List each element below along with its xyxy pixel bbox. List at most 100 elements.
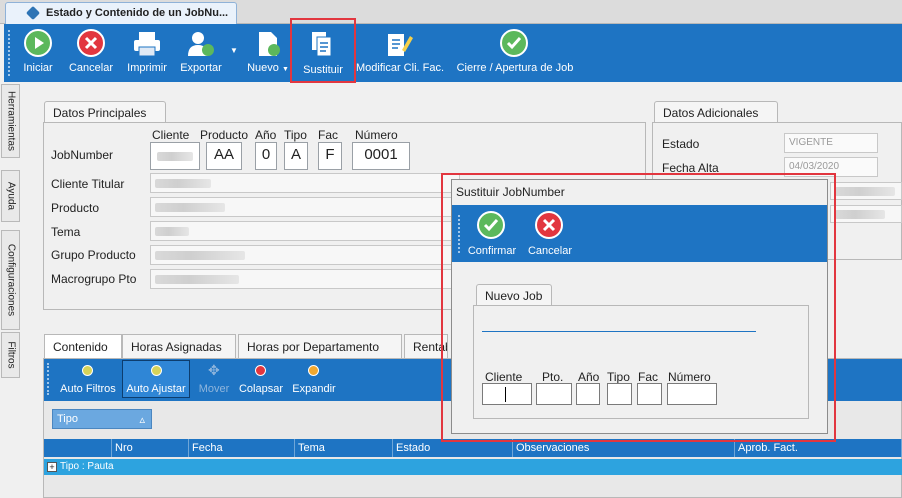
- group-by-chip[interactable]: Tipo ▵: [52, 409, 152, 429]
- dialog-pto-label: Pto.: [542, 370, 564, 384]
- group-row[interactable]: Tipo : Pauta: [44, 459, 902, 475]
- dialog-anio-input[interactable]: [576, 383, 600, 405]
- side-tab-herramientas[interactable]: Herramientas: [1, 84, 20, 158]
- imprimir-button[interactable]: Imprimir: [122, 24, 172, 82]
- tab-horas-departamento[interactable]: Horas por Departamento: [238, 334, 402, 358]
- side-tab-ayuda[interactable]: Ayuda: [1, 170, 20, 222]
- jobnumber-anio-field[interactable]: 0: [255, 142, 277, 170]
- side-panel-tabs: Herramientas Ayuda Configuraciones Filtr…: [0, 82, 20, 498]
- document-tab[interactable]: Estado y Contenido de un JobNu...: [5, 2, 237, 24]
- sustituir-button[interactable]: Sustituir: [290, 18, 356, 83]
- dialog-fac-input[interactable]: [637, 383, 662, 405]
- dialog-numero-label: Número: [668, 370, 711, 384]
- expand-icon: [308, 365, 319, 376]
- nuevo-button[interactable]: Nuevo ▼: [244, 24, 292, 82]
- dialog-cancelar-button[interactable]: Cancelar: [524, 209, 576, 259]
- toolbar-grip[interactable]: [8, 30, 12, 76]
- nuevo-job-divider: [482, 331, 756, 332]
- datos-adicionales-tab: Datos Adicionales: [654, 101, 778, 123]
- macrogrupo-field[interactable]: [150, 269, 460, 289]
- dialog-tipo-input[interactable]: [607, 383, 632, 405]
- mover-button[interactable]: ✥ Mover: [194, 362, 234, 397]
- cliente-header: Cliente: [152, 128, 190, 142]
- play-icon: [24, 29, 52, 57]
- dialog-title: Sustituir JobNumber: [456, 185, 565, 199]
- tab-horas-asignadas[interactable]: Horas Asignadas: [122, 334, 236, 358]
- jobnumber-cliente-field[interactable]: [150, 142, 200, 170]
- sustituir-dialog: Sustituir JobNumber Confirmar Cancelar N…: [451, 179, 828, 434]
- tema-field[interactable]: [150, 221, 460, 241]
- dialog-cliente-input[interactable]: [482, 383, 532, 405]
- producto-field[interactable]: [150, 197, 460, 217]
- expandir-button[interactable]: Expandir: [288, 363, 340, 397]
- side-tab-configuraciones[interactable]: Configuraciones: [1, 230, 20, 330]
- exportar-button[interactable]: Exportar: [176, 24, 226, 82]
- producto-label: Producto: [51, 201, 100, 215]
- auto-ajustar-button[interactable]: Auto Ajustar: [122, 360, 190, 398]
- cliente-titular-label: Cliente Titular: [51, 177, 125, 191]
- modificar-cliente-button[interactable]: Modificar Cli. Fac.: [356, 24, 444, 82]
- edit-document-icon: [388, 34, 413, 56]
- iniciar-button[interactable]: Iniciar: [16, 24, 60, 82]
- grupo-producto-label: Grupo Producto: [51, 248, 136, 262]
- tab-contenido[interactable]: Contenido: [44, 334, 122, 359]
- macrogrupo-label: Macrogrupo Pto: [51, 272, 137, 286]
- fac-header: Fac: [318, 128, 339, 142]
- exportar-dropdown-icon[interactable]: ▼: [230, 46, 238, 55]
- grupo-producto-field[interactable]: [150, 245, 460, 265]
- auto-filtros-icon: [82, 365, 93, 376]
- text-cursor: [505, 387, 506, 402]
- dialog-cancel-icon: [535, 211, 563, 239]
- auto-ajustar-icon: [151, 365, 162, 376]
- dialog-cliente-label: Cliente: [485, 370, 523, 384]
- document-tab-title: Estado y Contenido de un JobNu...: [46, 7, 229, 19]
- column-nro[interactable]: Nro: [112, 439, 189, 457]
- cliente-titular-field[interactable]: [150, 173, 460, 193]
- datos-principales-tab: Datos Principales: [44, 101, 166, 123]
- estado-label: Estado: [662, 137, 700, 151]
- expand-row-icon[interactable]: +: [47, 462, 57, 472]
- grid-toolbar-grip[interactable]: [47, 363, 51, 395]
- colapsar-button[interactable]: Colapsar: [238, 363, 284, 397]
- nuevo-job-tab: Nuevo Job: [476, 284, 552, 306]
- tipo-header: Tipo: [284, 128, 307, 142]
- main-toolbar: Iniciar Cancelar Imprimir Exportar ▼ Nue…: [4, 18, 902, 83]
- replace-documents-icon: [312, 32, 332, 57]
- auto-filtros-button[interactable]: Auto Filtros: [56, 363, 120, 397]
- dialog-pto-input[interactable]: [536, 383, 572, 405]
- producto-header: Producto: [200, 128, 249, 142]
- document-tab-strip: Estado y Contenido de un JobNu...: [0, 0, 902, 24]
- jobnumber-producto-field[interactable]: AA: [206, 142, 242, 170]
- jobnumber-tipo-field[interactable]: A: [284, 142, 308, 170]
- jobnumber-numero-field[interactable]: 0001: [352, 142, 410, 170]
- nuevo-dropdown-icon[interactable]: ▼: [282, 66, 289, 73]
- dialog-anio-label: Año: [578, 370, 600, 384]
- cierre-apertura-button[interactable]: Cierre / Apertura de Job: [450, 24, 580, 82]
- sort-icon: ▵: [139, 414, 145, 426]
- side-tab-filtros[interactable]: Filtros: [1, 332, 20, 378]
- tema-label: Tema: [51, 225, 81, 239]
- new-document-icon: [259, 32, 280, 56]
- dialog-fac-label: Fac: [638, 370, 659, 384]
- collapse-icon: [255, 365, 266, 376]
- jobnumber-label: JobNumber: [51, 148, 114, 162]
- anio-header: Año: [255, 128, 277, 142]
- numero-header: Número: [355, 128, 398, 142]
- dialog-numero-input[interactable]: [667, 383, 717, 405]
- cancel-icon: [77, 29, 105, 57]
- printer-icon: [134, 32, 160, 57]
- column-fecha[interactable]: Fecha: [189, 439, 295, 457]
- dialog-toolbar-grip[interactable]: [458, 215, 462, 253]
- blurred-cliente-code: [157, 152, 193, 161]
- additional-field-2[interactable]: [830, 205, 902, 223]
- jobnumber-fac-field[interactable]: F: [318, 142, 342, 170]
- additional-field-1[interactable]: [830, 182, 902, 200]
- estado-field[interactable]: VIGENTE: [784, 133, 878, 153]
- dialog-toolbar: Confirmar Cancelar: [452, 205, 827, 262]
- confirm-check-icon: [477, 211, 505, 239]
- dialog-tipo-label: Tipo: [607, 370, 630, 384]
- column-tema[interactable]: Tema: [295, 439, 393, 457]
- confirmar-button[interactable]: Confirmar: [466, 209, 518, 259]
- cancelar-button[interactable]: Cancelar: [66, 24, 116, 82]
- move-arrows-icon: ✥: [208, 362, 220, 378]
